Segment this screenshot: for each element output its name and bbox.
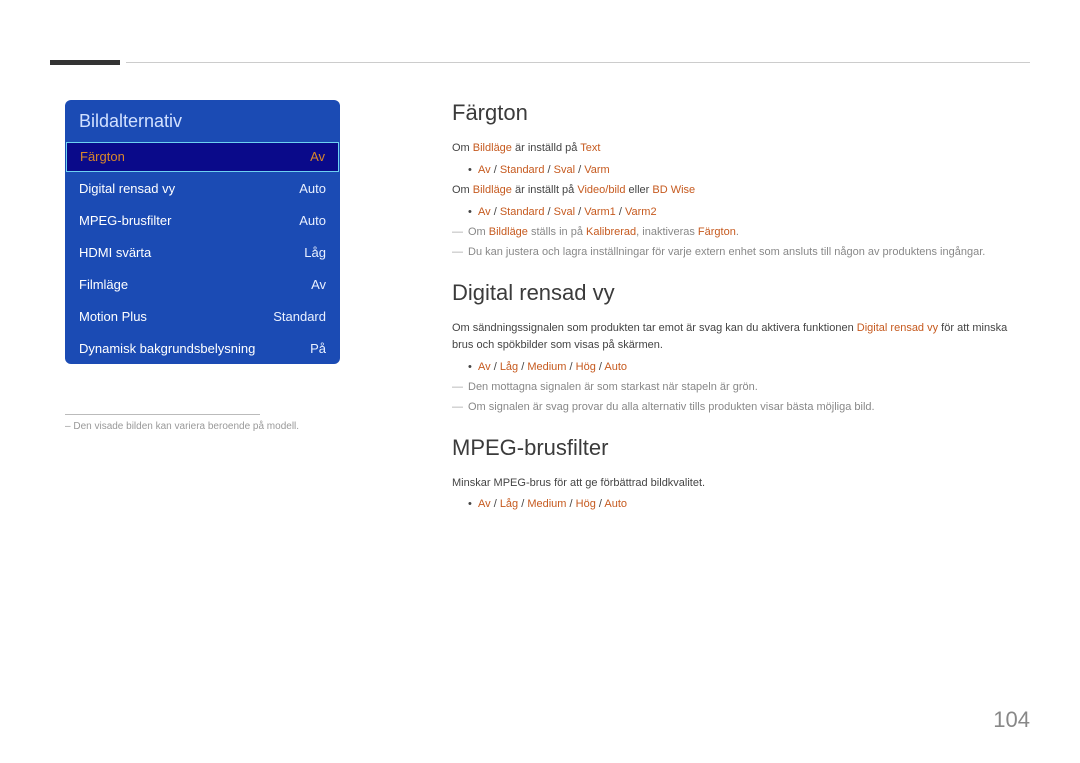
menu-item-label: Digital rensad vy [79,181,175,196]
menu-item-fargton[interactable]: Färgton Av [66,142,339,172]
menu-item-mpeg-brusfilter[interactable]: MPEG-brusfilter Auto [65,204,340,236]
menu-item-value: Av [311,277,326,292]
dash-note: Om signalen är svag provar du alla alter… [452,399,1030,417]
body-text: Om sändningssignalen som produkten tar e… [452,320,1030,355]
bullet-text: Av / Standard / Sval / Varm1 / Varm2 [452,204,1030,222]
menu-item-value: Av [310,149,325,164]
menu-item-label: Dynamisk bakgrundsbelysning [79,341,255,356]
menu-item-label: Filmläge [79,277,128,292]
bullet-text: Av / Standard / Sval / Varm [452,162,1030,180]
left-note: – Den visade bilden kan variera beroende… [65,421,340,432]
menu-item-hdmi-svarta[interactable]: HDMI svärta Låg [65,236,340,268]
dash-note: Om Bildläge ställs in på Kalibrerad, ina… [452,224,1030,242]
section-heading-mpeg: MPEG-brusfilter [452,435,1030,461]
bullet-text: Av / Låg / Medium / Hög / Auto [452,359,1030,377]
dash-note: Den mottagna signalen är som starkast nä… [452,379,1030,397]
menu-item-value: Auto [299,213,326,228]
menu-item-filmlage[interactable]: Filmläge Av [65,268,340,300]
header-divider [126,62,1030,63]
page-number: 104 [993,707,1030,733]
menu-item-label: Färgton [80,149,125,164]
menu-item-dynamisk-bakgrundsbelysning[interactable]: Dynamisk bakgrundsbelysning På [65,332,340,364]
menu-panel: Bildalternativ Färgton Av Digital rensad… [65,100,340,364]
menu-item-label: HDMI svärta [79,245,151,260]
header-accent-bar [50,60,120,65]
section-heading-fargton: Färgton [452,100,1030,126]
menu-item-label: MPEG-brusfilter [79,213,171,228]
menu-item-value: Låg [304,245,326,260]
menu-item-label: Motion Plus [79,309,147,324]
body-text: Minskar MPEG-brus för att ge förbättrad … [452,475,1030,493]
section-heading-digital: Digital rensad vy [452,280,1030,306]
bullet-text: Av / Låg / Medium / Hög / Auto [452,496,1030,514]
body-text: Om Bildläge är inställd på Text [452,140,1030,158]
left-column: Bildalternativ Färgton Av Digital rensad… [65,100,340,432]
menu-item-value: Auto [299,181,326,196]
main-column: Färgton Om Bildläge är inställd på Text … [452,100,1030,517]
body-text: Om Bildläge är inställt på Video/bild el… [452,182,1030,200]
menu-item-value: På [310,341,326,356]
menu-item-value: Standard [273,309,326,324]
menu-title: Bildalternativ [65,100,340,142]
left-divider [65,414,260,415]
menu-item-digital-rensad-vy[interactable]: Digital rensad vy Auto [65,172,340,204]
dash-note: Du kan justera och lagra inställningar f… [452,244,1030,262]
menu-item-motion-plus[interactable]: Motion Plus Standard [65,300,340,332]
